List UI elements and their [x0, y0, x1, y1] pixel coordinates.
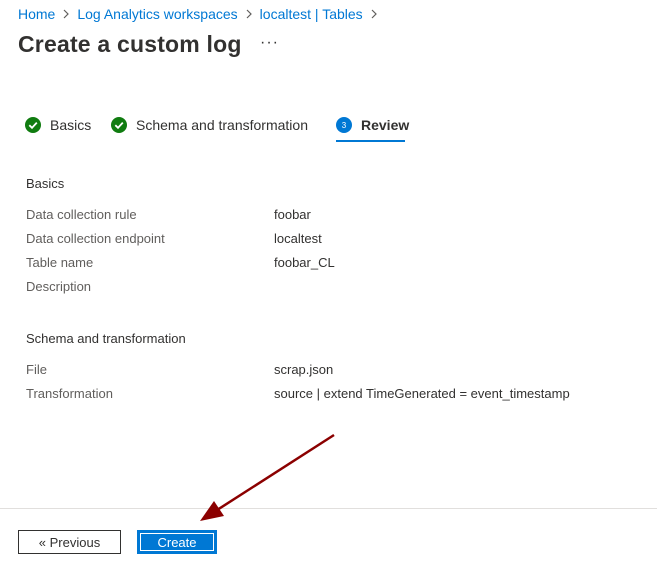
- check-circle-icon: [111, 117, 127, 133]
- check-circle-icon: [25, 117, 41, 133]
- breadcrumb: Home Log Analytics workspaces localtest …: [18, 5, 385, 23]
- create-button[interactable]: Create: [137, 530, 217, 554]
- label-data-collection-endpoint: Data collection endpoint: [26, 231, 165, 246]
- value-data-collection-rule: foobar: [274, 207, 311, 222]
- value-transformation: source | extend TimeGenerated = event_ti…: [274, 386, 570, 401]
- step-label: Basics: [50, 117, 92, 133]
- chevron-right-icon: [246, 9, 252, 19]
- chevron-right-icon: [63, 9, 70, 19]
- breadcrumb-localtest-tables[interactable]: localtest | Tables: [260, 6, 363, 22]
- step-basics[interactable]: Basics: [25, 115, 91, 135]
- step-number-icon: 3: [336, 117, 352, 133]
- label-table-name: Table name: [26, 255, 94, 270]
- more-options-icon[interactable]: ···: [260, 34, 279, 52]
- label-description: Description: [26, 279, 92, 294]
- active-step-indicator: [336, 140, 405, 142]
- svg-text:3: 3: [342, 121, 347, 130]
- page-title: Create a custom log: [18, 31, 242, 57]
- value-file: scrap.json: [274, 362, 334, 377]
- section-title-basics: Basics: [26, 176, 65, 191]
- value-data-collection-endpoint: localtest: [274, 231, 322, 246]
- label-data-collection-rule: Data collection rule: [26, 207, 137, 222]
- previous-button[interactable]: « Previous: [18, 530, 121, 554]
- label-file: File: [26, 362, 47, 377]
- step-label: Schema and transformation: [136, 117, 308, 133]
- value-table-name: foobar_CL: [274, 255, 335, 270]
- annotation-arrow-icon: [200, 433, 335, 521]
- section-title-schema-and-transformation: Schema and transformation: [26, 331, 186, 346]
- breadcrumb-log-analytics-workspaces[interactable]: Log Analytics workspaces: [77, 6, 237, 22]
- step-label: Review: [361, 117, 410, 133]
- label-transformation: Transformation: [26, 386, 113, 401]
- footer-divider: [0, 508, 657, 509]
- step-schema-and-transformation[interactable]: Schema and transformation: [111, 115, 308, 135]
- chevron-right-icon: [371, 9, 377, 19]
- breadcrumb-home[interactable]: Home: [18, 6, 55, 22]
- step-review[interactable]: 3 Review: [336, 115, 409, 135]
